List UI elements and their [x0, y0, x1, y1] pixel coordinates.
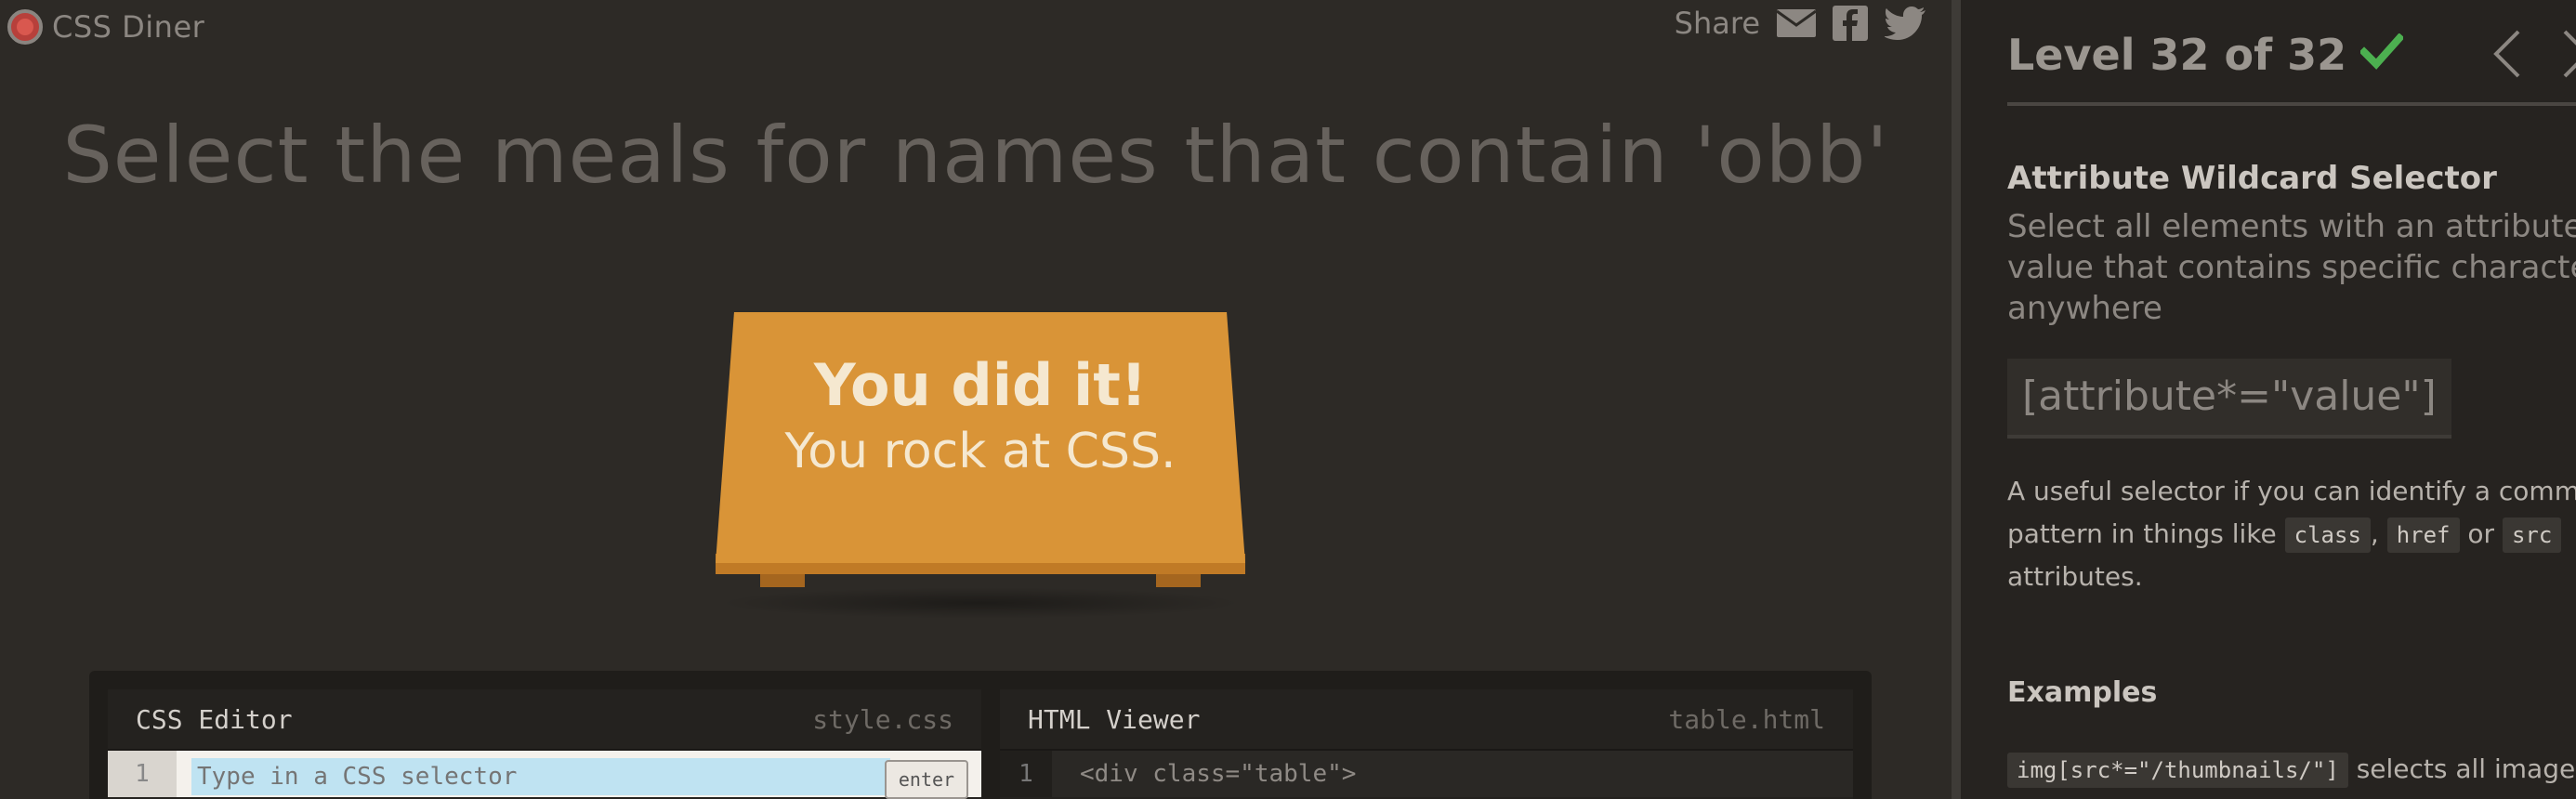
chevron-right-icon[interactable]	[2561, 28, 2576, 84]
table-leg-right	[1156, 574, 1201, 587]
game-area: CSS Diner Share Select the meals for nam…	[0, 0, 1952, 799]
win-title: You did it!	[813, 351, 1148, 419]
code-chip-class: class	[2284, 517, 2371, 553]
level-indicator: Level 32 of 32	[2007, 30, 2347, 80]
css-input-line: 1 enter	[108, 751, 981, 799]
logo-icon	[7, 9, 43, 45]
level-header: Level 32 of 32	[2007, 22, 2576, 106]
html-viewer-header: HTML Viewer table.html	[1000, 689, 1853, 751]
table-shadow	[716, 587, 1245, 619]
facebook-icon[interactable]	[1833, 6, 1868, 41]
share-label: Share	[1674, 6, 1760, 41]
hint-text: ,	[2370, 518, 2379, 549]
selector-syntax: [attribute*="value"]	[2007, 359, 2451, 439]
hint-line: pattern in things like class, href or sr…	[2007, 513, 2576, 556]
dinner-table: You did it! You rock at CSS.	[716, 312, 1245, 619]
level-sidebar: Level 32 of 32 Attribute Wildcard Select…	[1961, 0, 2576, 799]
css-editor-header: CSS Editor style.css	[108, 689, 981, 751]
example-code: img[src*="/thumbnails/"]	[2007, 753, 2348, 788]
mail-icon[interactable]	[1777, 9, 1816, 37]
selector-description-line: value that contains specific characters	[2007, 249, 2576, 286]
selector-name: Attribute Wildcard Selector	[2007, 160, 2497, 197]
hint-text: pattern in things like	[2007, 518, 2277, 549]
example-text: selects all images	[2356, 753, 2576, 784]
hint-line: A useful selector if you can identify a …	[2007, 476, 2576, 506]
selector-description-line: Select all elements with an attribute	[2007, 208, 2576, 245]
css-diner-app: CSS Diner Share Select the meals for nam…	[0, 0, 2576, 799]
html-viewer-title: HTML Viewer	[1028, 703, 1201, 735]
html-viewer-pane: HTML Viewer table.html 1 <div class="tab…	[1000, 689, 1853, 799]
html-code-line: 1 <div class="table">	[1000, 751, 1853, 797]
chevron-left-icon[interactable]	[2491, 28, 2522, 84]
panel-divider[interactable]	[1952, 0, 1961, 799]
table-leg-left	[760, 574, 805, 587]
share-bar: Share	[1675, 6, 1925, 41]
selector-description: Select all elements with an attribute va…	[2007, 206, 2576, 329]
order-instruction: Select the meals for names that contain …	[62, 110, 1889, 201]
selector-hint: A useful selector if you can identify a …	[2007, 470, 2576, 598]
win-subtitle: You rock at CSS.	[784, 424, 1176, 479]
hint-line: attributes.	[2007, 561, 2143, 592]
logo-text: CSS Diner	[52, 9, 205, 45]
line-number: 1	[108, 751, 177, 797]
html-line-number: 1	[1000, 751, 1052, 797]
selector-description-line: anywhere	[2007, 290, 2162, 327]
hint-text: or	[2467, 518, 2495, 549]
win-message: You did it! You rock at CSS.	[716, 349, 1245, 481]
css-selector-input[interactable]	[191, 758, 890, 795]
css-file-name: style.css	[812, 703, 953, 735]
code-chip-href: href	[2386, 517, 2460, 553]
css-editor-pane: CSS Editor style.css 1 enter	[108, 689, 981, 799]
html-file-name: table.html	[1668, 703, 1825, 735]
enter-button[interactable]: enter	[885, 760, 968, 799]
logo[interactable]: CSS Diner	[7, 9, 204, 45]
example-item: img[src*="/thumbnails/"] selects all ima…	[2007, 753, 2576, 788]
html-code[interactable]: <div class="table">	[1080, 751, 1356, 797]
editor: CSS Editor style.css 1 enter HTML Viewer…	[89, 671, 1872, 799]
css-editor-title: CSS Editor	[136, 703, 293, 735]
twitter-icon[interactable]	[1885, 7, 1925, 40]
code-chip-src: src	[2502, 517, 2562, 553]
examples-heading: Examples	[2007, 676, 2158, 709]
checkmark-icon	[2359, 33, 2405, 74]
